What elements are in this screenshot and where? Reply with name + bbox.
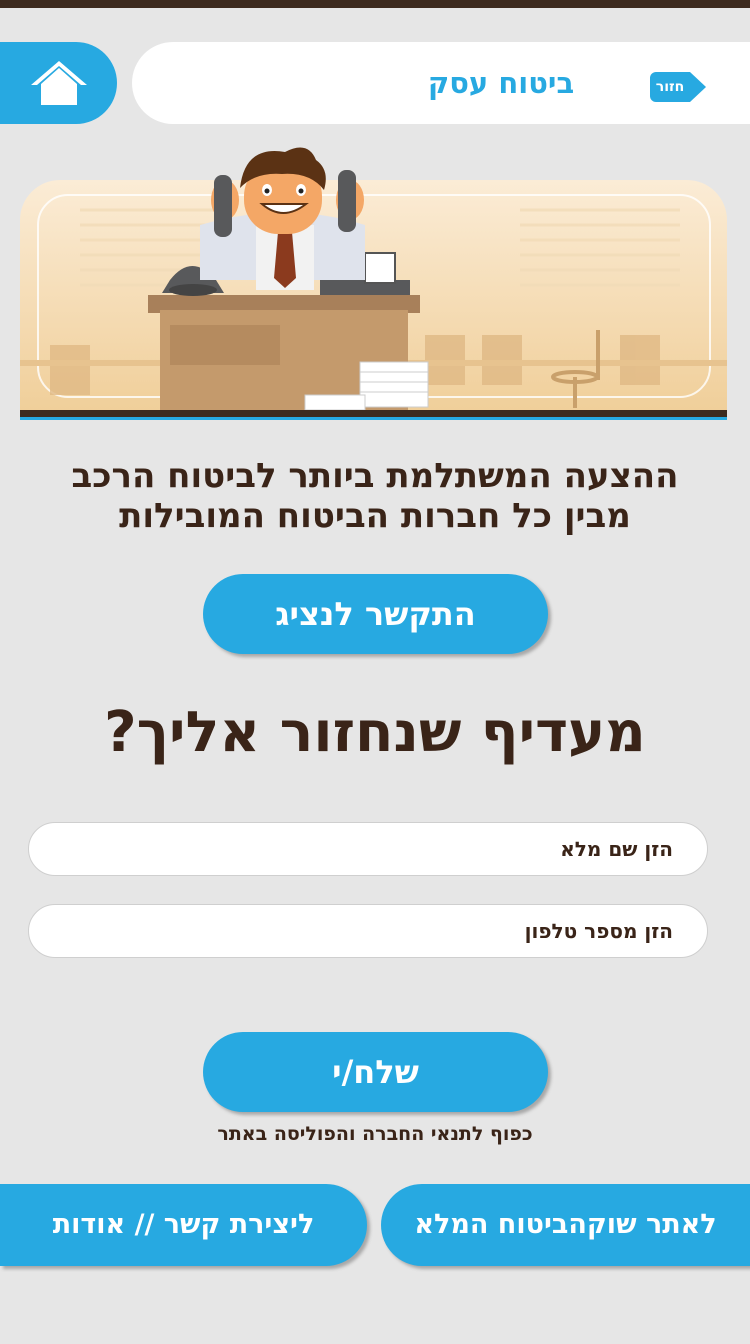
home-button[interactable] [0, 42, 117, 124]
contact-about-button[interactable]: ליצירת קשר // אודות [0, 1184, 367, 1266]
submit-button[interactable]: שלח/י [203, 1032, 548, 1112]
full-name-input[interactable] [28, 822, 708, 876]
top-border [0, 0, 750, 8]
full-site-button[interactable]: לאתר שוקהביטוח המלא [381, 1184, 750, 1266]
headline-line-2: מבין כל חברות הביטוח המובילות [119, 496, 631, 536]
call-agent-button[interactable]: התקשר לנציג [203, 574, 548, 654]
header-bar: ביטוח עסק חזור [132, 42, 750, 124]
home-icon [30, 61, 87, 105]
back-button[interactable]: חזור [650, 72, 690, 102]
headline-line-1: ההצעה המשתלמת ביותר לביטוח הרכב [71, 456, 679, 496]
callback-question: מעדיף שנחזור אליך? [104, 700, 646, 765]
phone-input[interactable] [28, 904, 708, 958]
hero-illustration [20, 147, 727, 420]
terms-note: כפוף לתנאי החברה והפוליסה באתר [217, 1123, 533, 1145]
